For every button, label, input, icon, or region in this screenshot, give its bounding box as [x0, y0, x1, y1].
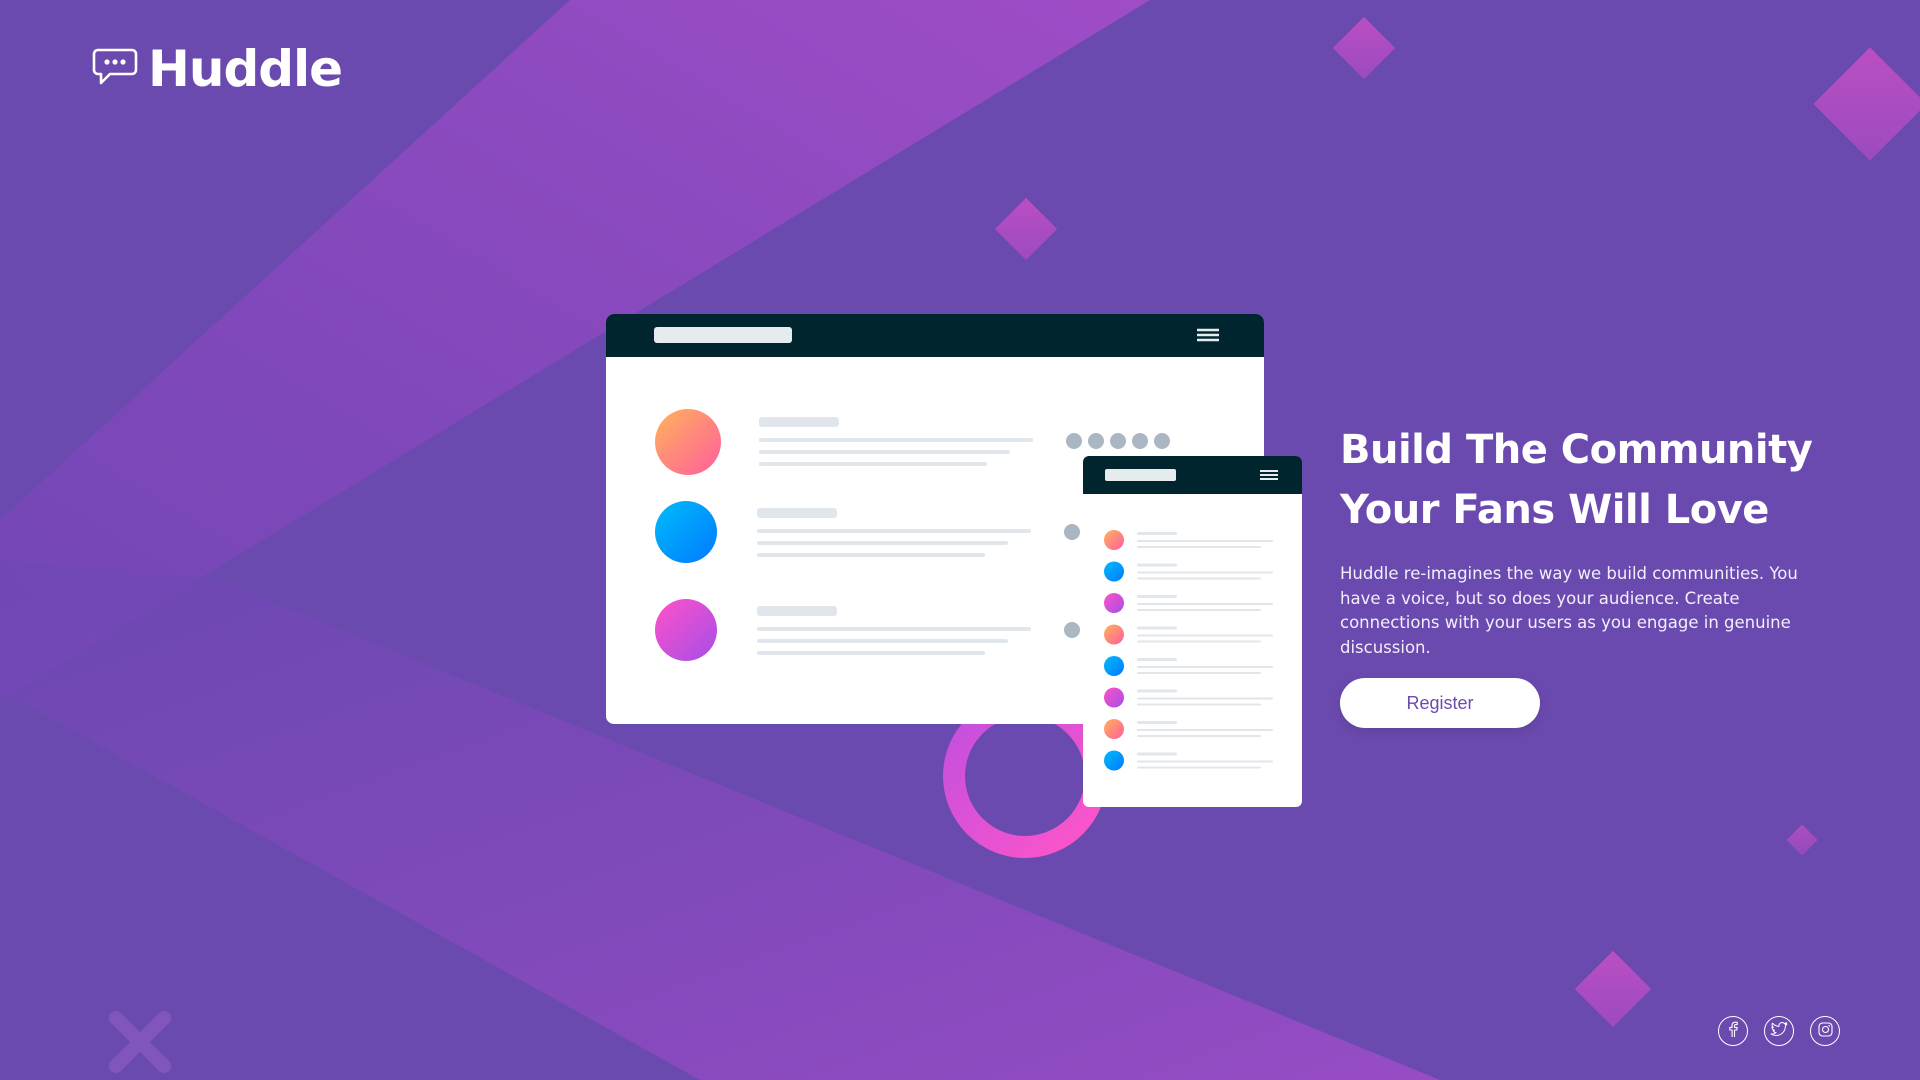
- hero-title-line-1: Build The Community: [1340, 427, 1813, 473]
- register-button[interactable]: Register: [1340, 678, 1540, 728]
- hero-illustration: [606, 314, 1302, 807]
- instagram-link[interactable]: [1810, 1016, 1840, 1046]
- chat-bubble-icon: [92, 47, 138, 91]
- bg-diamond: [1332, 16, 1396, 80]
- bg-diamond: [1786, 824, 1818, 856]
- hero-content: Build The Community Your Fans Will Love …: [1340, 420, 1840, 728]
- bg-diamond: [1574, 950, 1652, 1028]
- bg-diamond: [994, 197, 1058, 261]
- hero-description: Huddle re-imagines the way we build comm…: [1340, 564, 1798, 657]
- facebook-link[interactable]: [1718, 1016, 1748, 1046]
- twitter-icon: [1770, 1021, 1788, 1041]
- bg-diamond: [1813, 47, 1920, 161]
- instagram-icon: [1817, 1021, 1833, 1041]
- twitter-link[interactable]: [1764, 1016, 1794, 1046]
- mobile-window: [1083, 456, 1302, 807]
- facebook-icon: [1726, 1021, 1740, 1041]
- social-links: [1718, 1016, 1840, 1046]
- bg-cross: [109, 1011, 171, 1073]
- hero-title-line-2: Your Fans Will Love: [1340, 487, 1769, 533]
- window-title-bar: [654, 327, 792, 343]
- hero-title: Build The Community Your Fans Will Love: [1340, 420, 1840, 540]
- brand-logo[interactable]: Huddle: [92, 40, 343, 98]
- brand-name: Huddle: [148, 40, 343, 98]
